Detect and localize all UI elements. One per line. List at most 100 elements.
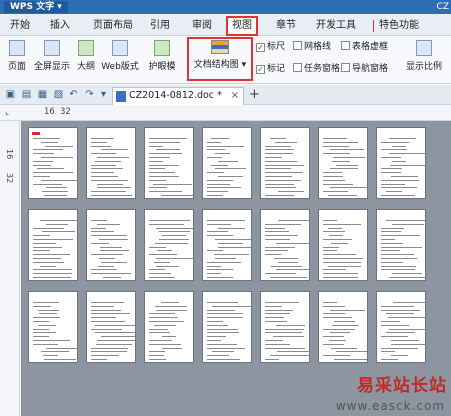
checkbox-label: 导航窗格 xyxy=(352,64,389,74)
text-line xyxy=(381,157,401,158)
text-line xyxy=(33,321,49,322)
text-line xyxy=(97,183,123,185)
ruler-corner-icon[interactable]: ⌞ xyxy=(5,107,9,117)
text-line xyxy=(149,343,181,345)
gridlines-checkbox[interactable]: 网格线 xyxy=(293,41,331,53)
text-line xyxy=(91,191,126,193)
page-thumbnail[interactable] xyxy=(376,209,426,281)
page-thumbnail[interactable] xyxy=(260,209,310,281)
close-tab-icon[interactable]: × xyxy=(231,88,239,104)
page-thumbnail[interactable] xyxy=(28,291,78,363)
text-line xyxy=(39,313,57,315)
page-thumbnail[interactable] xyxy=(86,291,136,363)
ruler-number: 32 xyxy=(5,173,14,184)
document-tab[interactable]: CZ2014-0812.doc * × xyxy=(112,87,244,105)
text-line xyxy=(91,145,111,147)
text-line xyxy=(44,359,76,360)
fullscreen-button[interactable]: 全屏显示 xyxy=(32,40,72,80)
text-line xyxy=(265,231,289,233)
page-thumbnail[interactable] xyxy=(376,127,426,199)
text-line xyxy=(33,277,71,278)
menu-insert[interactable]: 插入 xyxy=(50,18,70,34)
page-thumbnail[interactable] xyxy=(86,209,136,281)
text-line xyxy=(91,359,107,360)
text-line xyxy=(329,340,346,341)
new-tab-button[interactable]: + xyxy=(249,87,260,103)
page-thumbnail[interactable] xyxy=(260,127,310,199)
text-line xyxy=(33,160,53,162)
text-line xyxy=(149,172,175,174)
text-line xyxy=(386,220,425,221)
menu-start[interactable]: 开始 xyxy=(10,18,30,34)
page-thumbnail[interactable] xyxy=(86,127,136,199)
dropdown-icon[interactable]: ▾ xyxy=(98,89,109,100)
page-thumbnail[interactable] xyxy=(144,127,194,199)
page-thumbnail[interactable] xyxy=(28,209,78,281)
markup-checkbox[interactable]: ✓ 标记 xyxy=(256,63,285,75)
menu-references[interactable]: 引用 xyxy=(150,18,170,34)
text-line xyxy=(207,336,226,338)
text-line xyxy=(212,305,251,307)
page-view-button[interactable]: 页面 xyxy=(4,40,30,80)
ruler-checkbox[interactable]: ✓ 标尺 xyxy=(256,41,285,53)
menu-developer[interactable]: 开发工具 xyxy=(316,18,356,34)
print-icon[interactable]: ▦ xyxy=(37,89,48,100)
page-thumbnail[interactable] xyxy=(318,209,368,281)
text-line xyxy=(381,235,420,237)
text-line xyxy=(91,153,116,155)
text-line xyxy=(265,157,282,158)
text-line xyxy=(323,336,344,338)
text-line xyxy=(207,250,223,252)
watermark-url: www.easck.com xyxy=(335,399,445,413)
text-line xyxy=(334,359,367,360)
page-thumbnail[interactable] xyxy=(202,127,252,199)
page-thumbnail[interactable] xyxy=(144,209,194,281)
text-line xyxy=(392,160,406,162)
app-menu-button[interactable]: WPS 文字 ▾ xyxy=(4,1,68,13)
text-line xyxy=(159,239,189,240)
text-line xyxy=(33,176,50,177)
open-folder-icon[interactable]: ▣ xyxy=(5,89,16,100)
text-line xyxy=(323,305,345,307)
text-line xyxy=(207,340,221,341)
text-line xyxy=(207,273,221,275)
text-line xyxy=(215,153,230,155)
page-thumbnail[interactable] xyxy=(202,291,252,363)
menu-features[interactable]: 特色功能 xyxy=(379,18,419,34)
page-thumbnail[interactable] xyxy=(144,291,194,363)
text-line xyxy=(33,340,70,341)
redo-icon[interactable]: ↷ xyxy=(84,89,95,100)
print-preview-icon[interactable]: ▧ xyxy=(53,89,64,100)
text-line xyxy=(323,273,358,275)
text-line xyxy=(323,277,358,278)
checkbox-label: 表格虚框 xyxy=(352,42,389,52)
undo-icon[interactable]: ↶ xyxy=(68,89,79,100)
text-line xyxy=(156,309,187,311)
web-layout-button[interactable]: Web版式 xyxy=(100,40,140,80)
zoom-button[interactable]: 显示比例 xyxy=(402,40,446,80)
table-gridlines-checkbox[interactable]: 表格虚框 xyxy=(341,41,388,53)
nav-pane-checkbox[interactable]: 导航窗格 xyxy=(341,63,388,75)
menu-page-layout[interactable]: 页面布局 xyxy=(93,18,133,34)
page-thumbnail[interactable] xyxy=(318,127,368,199)
text-line xyxy=(97,157,129,158)
page-thumbnail[interactable] xyxy=(28,127,78,199)
task-pane-checkbox[interactable]: 任务窗格 xyxy=(293,63,340,75)
page-thumbnail[interactable] xyxy=(260,291,310,363)
text-line xyxy=(162,336,176,338)
text-line xyxy=(37,168,64,170)
page-thumbnail[interactable] xyxy=(202,209,252,281)
text-line xyxy=(149,191,182,193)
save-icon[interactable]: ▤ xyxy=(21,89,32,100)
page-thumbnail[interactable] xyxy=(318,291,368,363)
eye-protection-button[interactable]: 护眼模 xyxy=(143,40,181,80)
outline-button[interactable]: 大纲 xyxy=(74,40,98,80)
menu-view[interactable]: 视图 xyxy=(226,16,258,36)
menu-review[interactable]: 审阅 xyxy=(192,18,212,34)
text-line xyxy=(91,355,119,357)
page-thumbnail[interactable] xyxy=(376,291,426,363)
text-line xyxy=(207,347,245,349)
text-line xyxy=(156,258,193,259)
text-line xyxy=(207,157,222,158)
menu-chapter[interactable]: 章节 xyxy=(276,18,296,34)
